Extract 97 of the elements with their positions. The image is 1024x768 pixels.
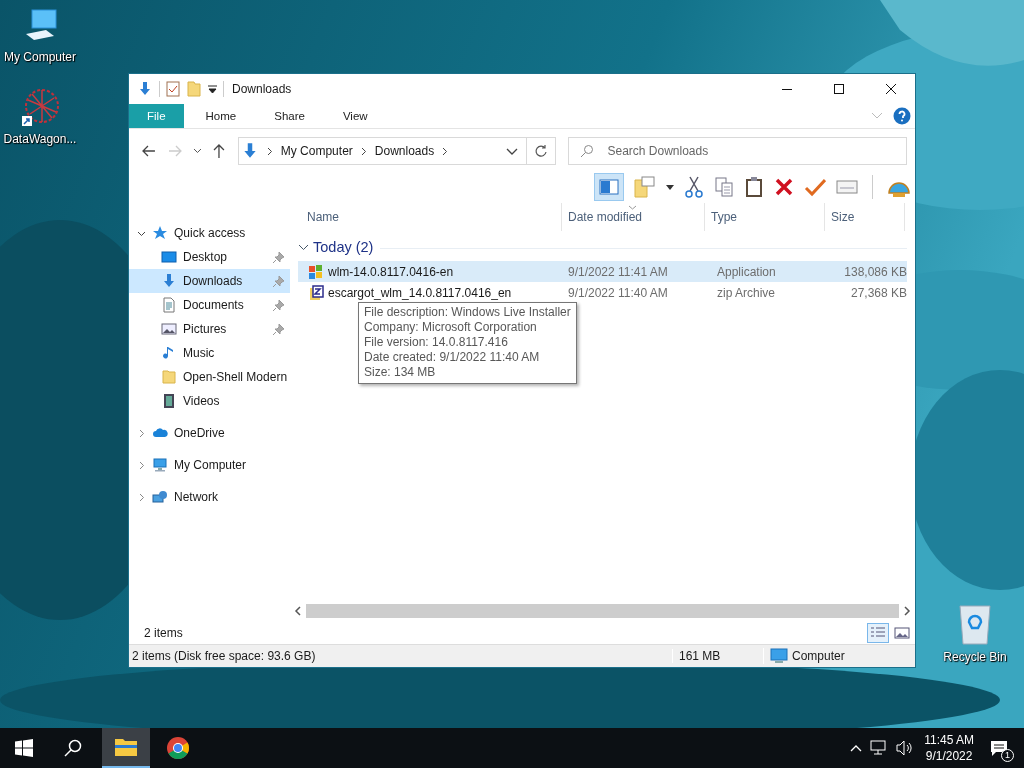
speaker-icon[interactable]: [896, 740, 915, 756]
chevron-right-icon[interactable]: [266, 146, 273, 156]
computer-icon: [152, 457, 168, 473]
nav-item[interactable]: Quick access: [129, 221, 290, 245]
chevron-down-icon[interactable]: [298, 243, 309, 251]
tooltip-line: File description: Windows Live Installer: [364, 305, 571, 320]
download-arrow-icon: [161, 273, 177, 289]
star-icon: [152, 225, 168, 241]
maximize-icon[interactable]: [833, 83, 845, 95]
date-cell-text: 9/1/2022 11:41 AM: [567, 264, 669, 279]
refresh-button[interactable]: [526, 137, 557, 165]
desktop-icon: [161, 249, 177, 265]
help-icon[interactable]: [893, 107, 911, 125]
type-cell-text: Application: [716, 264, 777, 279]
nav-item[interactable]: Network: [129, 485, 290, 509]
nav-item[interactable]: Downloads: [129, 269, 290, 293]
dropdown-caret-icon[interactable]: [666, 184, 674, 190]
ribbon-tab[interactable]: View: [326, 104, 384, 128]
up-arrow-icon[interactable]: [211, 143, 226, 159]
folder-icon[interactable]: [114, 737, 138, 757]
nav-item[interactable]: Music: [129, 341, 290, 365]
status-text: Computer: [792, 649, 845, 663]
pane-icon[interactable]: [599, 179, 619, 195]
window-title: Downloads: [232, 82, 292, 96]
file-name: wlm-14.0.8117.0416-en: [328, 264, 454, 279]
nav-item[interactable]: Documents: [129, 293, 290, 317]
nav-item[interactable]: Pictures: [129, 317, 290, 341]
scrollbar-thumb[interactable]: [306, 603, 899, 618]
nav-item[interactable]: Desktop: [129, 245, 290, 269]
type-cell-text: zip Archive: [716, 285, 777, 300]
back-arrow-icon[interactable]: [141, 143, 157, 159]
checkmark-icon[interactable]: [804, 177, 826, 197]
checklist-icon[interactable]: [166, 81, 180, 97]
nav-item[interactable]: Open-Shell Modern: [129, 365, 290, 389]
tooltip-line: Size: 134 MB: [364, 365, 437, 380]
nav-item[interactable]: Videos: [129, 389, 290, 413]
item-count: 2 items: [144, 626, 183, 640]
notification-badge: 1: [1001, 749, 1014, 762]
scroll-left-icon[interactable]: [294, 605, 302, 616]
breadcrumb[interactable]: Downloads: [374, 144, 435, 158]
desktop-icon-label[interactable]: DataWagon...: [3, 132, 77, 146]
clock-date[interactable]: 9/1/2022: [925, 748, 973, 764]
clipboard-icon[interactable]: [744, 176, 764, 198]
zip-archive-icon: [308, 284, 324, 301]
search-icon[interactable]: [64, 739, 82, 757]
colored-squares-icon: [308, 263, 324, 280]
file-name: escargot_wlm_14.0.8117.0416_en: [328, 285, 512, 300]
copy-icon[interactable]: [714, 176, 734, 198]
clock-time[interactable]: 11:45 AM: [924, 732, 974, 748]
chevron-down-icon[interactable]: [192, 148, 202, 154]
pane-toggle-button[interactable]: [594, 173, 624, 201]
chevron-right-icon[interactable]: [360, 146, 367, 156]
group-header[interactable]: Today (2): [290, 237, 915, 257]
tooltip-line: Company: Microsoft Corporation: [364, 320, 538, 335]
tooltip-line: File version: 14.0.8117.416: [364, 335, 509, 350]
ribbon-tab[interactable]: Share: [258, 104, 321, 128]
delete-x-icon[interactable]: [774, 177, 794, 197]
chevron-right-icon[interactable]: [442, 146, 449, 156]
network-icon[interactable]: [870, 740, 889, 756]
address-bar[interactable]: My Computer Downloads: [237, 137, 527, 165]
breadcrumb[interactable]: My Computer: [280, 144, 353, 158]
search-field[interactable]: Search Downloads: [568, 137, 907, 165]
sort-caret-icon: [628, 205, 637, 210]
dropdown-caret-icon[interactable]: [208, 85, 217, 93]
status-text: 161 MB: [672, 649, 763, 663]
round-app-icon[interactable]: [166, 736, 190, 760]
scroll-right-icon[interactable]: [903, 605, 911, 616]
network-icon: [152, 489, 168, 505]
column-header[interactable]: Type: [705, 203, 825, 231]
document-icon: [161, 297, 177, 313]
date-cell-text: 9/1/2022 11:40 AM: [567, 285, 669, 300]
column-header[interactable]: Date modified: [562, 203, 705, 231]
column-header[interactable]: Size: [825, 203, 905, 231]
close-icon[interactable]: [885, 83, 897, 95]
chevron-down-icon[interactable]: [505, 147, 518, 155]
ribbon-tab[interactable]: Home: [189, 104, 253, 128]
file-row[interactable]: wlm-14.0.8117.0416-en 9/1/2022 11:41 AM Application 138,086 KB: [298, 261, 907, 282]
nav-item[interactable]: OneDrive: [129, 421, 290, 445]
file-row[interactable]: escargot_wlm_14.0.8117.0416_en 9/1/2022 11:40 AM zip Archive 27,368 KB: [298, 282, 907, 303]
scissors-icon[interactable]: [684, 176, 704, 198]
file-explorer-button[interactable]: [102, 728, 150, 768]
computer-icon: [770, 648, 788, 664]
size-cell-text: 27,368 KB: [849, 285, 907, 300]
notification-icon[interactable]: [990, 739, 1008, 757]
film-icon: [161, 393, 177, 409]
download-arrow-icon[interactable]: [137, 81, 153, 97]
refresh-icon[interactable]: [534, 144, 549, 158]
desktop-icon-label[interactable]: My Computer: [4, 50, 76, 64]
tooltip-line: Date created: 9/1/2022 11:40 AM: [364, 350, 541, 365]
status-text: 2 items (Disk free space: 93.6 GB): [131, 649, 317, 663]
chevron-up-icon[interactable]: [850, 744, 863, 752]
size-cell-text: 138,086 KB: [843, 264, 907, 279]
column-header[interactable]: Name: [290, 203, 562, 231]
picture-icon: [161, 321, 177, 337]
nav-item[interactable]: My Computer: [129, 453, 290, 477]
windows-logo-icon[interactable]: [15, 739, 33, 757]
folder-icon: [161, 369, 177, 385]
